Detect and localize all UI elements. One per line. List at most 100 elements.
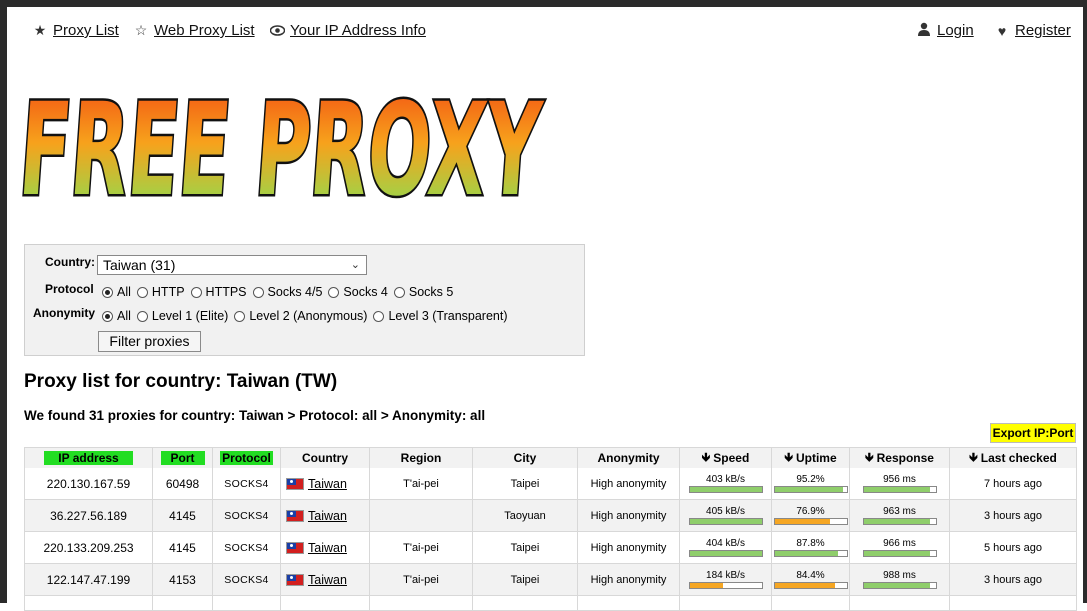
nav-register[interactable]: ♥ Register (994, 22, 1071, 39)
protocol-option-socks45[interactable]: Socks 4/5 (252, 285, 323, 299)
nav-login[interactable]: Login (916, 22, 974, 39)
ip-cell: 220.133.209.253 (24, 532, 153, 563)
radio-icon[interactable] (234, 310, 246, 322)
ip-cell: 220.130.167.59 (24, 468, 153, 499)
anonymity-cell: High anonymity (578, 468, 680, 499)
protocol-option-http[interactable]: HTTP (136, 285, 185, 299)
cell (473, 596, 578, 610)
protocol-option-socks5[interactable]: Socks 5 (393, 285, 454, 299)
radio-icon[interactable] (136, 286, 148, 298)
protocol-option-all[interactable]: All (102, 285, 131, 299)
anonymity-cell: High anonymity (578, 500, 680, 531)
response-cell: 956 ms (850, 468, 950, 499)
nav-ip-info-label: Your IP Address Info (290, 22, 426, 39)
radio-icon[interactable] (373, 310, 385, 322)
speed-cell: 405 kB/s (680, 500, 772, 531)
last-checked-cell: 5 hours ago (950, 532, 1077, 563)
header-ip[interactable]: IP address (24, 448, 153, 468)
results-summary: We found 31 proxies for country: Taiwan … (24, 408, 486, 423)
region-cell: T'ai-pei (370, 532, 473, 563)
header-anonymity[interactable]: Anonymity (578, 448, 680, 468)
filter-panel: Country: Taiwan (31) ⌄ Protocol All HTTP… (24, 244, 585, 356)
country-link[interactable]: Taiwan (308, 477, 347, 491)
response-cell-bar (862, 518, 937, 525)
protocol-cell: SOCKS4 (213, 468, 281, 499)
country-link[interactable]: Taiwan (308, 573, 347, 587)
logo-text: FREE PROXY (22, 76, 547, 216)
city-cell: Taipei (473, 564, 578, 595)
header-uptime[interactable]: 🡻 Uptime (772, 448, 850, 468)
anonymity-option-all[interactable]: All (102, 309, 131, 323)
port-cell: 60498 (153, 468, 213, 499)
cell (370, 596, 473, 610)
table-row: 220.133.209.253 4145 SOCKS4 Taiwan T'ai-pei T… (24, 532, 1077, 564)
table-row: 220.130.167.59 60498 SOCKS4 Taiwan T'ai-pei T… (24, 468, 1077, 500)
ip-cell: 36.227.56.189 (24, 500, 153, 531)
city-cell: Taoyuan (473, 500, 578, 531)
header-last-checked[interactable]: 🡻 Last checked (950, 448, 1077, 468)
speed-cell-value: 184 kB/s (706, 570, 745, 581)
export-ip-port-button[interactable]: Export IP:Port (990, 423, 1076, 443)
radio-icon[interactable] (328, 286, 340, 298)
radio-icon[interactable] (136, 310, 148, 322)
speed-cell: 404 kB/s (680, 532, 772, 563)
user-icon (916, 22, 932, 39)
radio-icon[interactable] (102, 310, 113, 322)
protocol-option-https[interactable]: HTTPS (190, 285, 247, 299)
city-cell: Taipei (473, 532, 578, 563)
uptime-cell-value: 84.4% (796, 570, 825, 581)
protocol-option-label: All (117, 285, 131, 299)
radio-icon[interactable] (102, 286, 113, 298)
protocol-label: Protocol (45, 282, 94, 296)
star-outline-icon: ☆ (134, 22, 148, 38)
uptime-cell-bar-fill (774, 487, 844, 492)
radio-icon[interactable] (393, 286, 405, 298)
protocol-option-label: Socks 4/5 (267, 285, 323, 299)
header-protocol[interactable]: Protocol (213, 448, 281, 468)
window-frame-right (1083, 0, 1087, 603)
header-port[interactable]: Port (153, 448, 213, 468)
nav-proxy-list-label: Proxy List (53, 22, 119, 39)
header-country[interactable]: Country (281, 448, 370, 468)
country-link[interactable]: Taiwan (308, 509, 347, 523)
country-cell: Taiwan (281, 500, 370, 531)
protocol-option-label: Socks 5 (408, 285, 454, 299)
response-cell-value: 966 ms (883, 538, 916, 549)
arrow-down-icon: 🡻 (784, 449, 793, 464)
response-cell-bar (862, 582, 937, 589)
uptime-cell-value: 76.9% (796, 506, 825, 517)
free-proxy-logo[interactable]: FREE PROXY (12, 66, 552, 228)
speed-cell-bar-fill (689, 487, 762, 492)
uptime-cell: 84.4% (772, 564, 850, 595)
radio-icon[interactable] (252, 286, 264, 298)
city-cell: Taipei (473, 468, 578, 499)
nav-proxy-list[interactable]: ★ Proxy List (32, 22, 119, 39)
speed-cell-bar-fill (689, 519, 762, 524)
country-link[interactable]: Taiwan (308, 541, 347, 555)
nav-login-label: Login (937, 22, 974, 39)
cell (153, 596, 213, 610)
header-region[interactable]: Region (370, 448, 473, 468)
radio-icon[interactable] (190, 286, 202, 298)
table-row: 36.227.56.189 4145 SOCKS4 Taiwan Taoyuan High… (24, 500, 1077, 532)
filter-proxies-button[interactable]: Filter proxies (98, 331, 201, 352)
uptime-cell-bar (773, 486, 848, 493)
nav-register-label: Register (1015, 22, 1071, 39)
speed-cell-value: 405 kB/s (706, 506, 745, 517)
anonymity-option-anonymous[interactable]: Level 2 (Anonymous) (234, 309, 367, 323)
header-speed[interactable]: 🡻 Speed (680, 448, 772, 468)
arrow-down-icon: 🡻 (865, 449, 874, 464)
header-city[interactable]: City (473, 448, 578, 468)
country-select[interactable]: Taiwan (31) ⌄ (97, 255, 367, 275)
header-response-label: Response (876, 451, 934, 465)
nav-ip-info[interactable]: Your IP Address Info (269, 22, 426, 39)
protocol-option-socks4[interactable]: Socks 4 (328, 285, 388, 299)
uptime-cell-value: 87.8% (796, 538, 825, 549)
response-cell: 966 ms (850, 532, 950, 563)
uptime-cell-bar-fill (774, 583, 836, 588)
anonymity-option-transparent[interactable]: Level 3 (Transparent) (373, 309, 508, 323)
taiwan-flag-icon (286, 573, 304, 586)
nav-web-proxy-list[interactable]: ☆ Web Proxy List (133, 22, 255, 39)
anonymity-option-elite[interactable]: Level 1 (Elite) (136, 309, 228, 323)
header-response[interactable]: 🡻 Response (850, 448, 950, 468)
